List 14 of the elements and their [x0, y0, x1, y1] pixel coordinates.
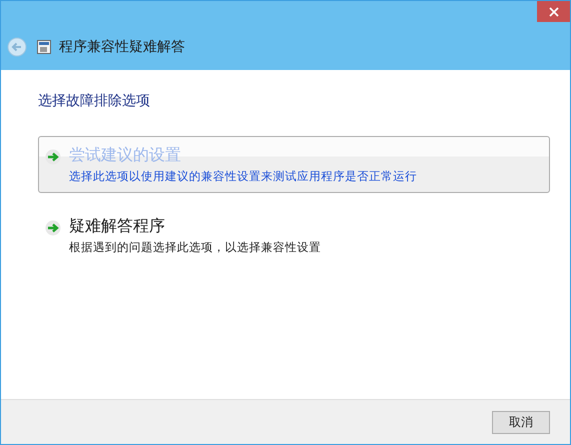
page-heading: 选择故障排除选项 [38, 92, 151, 110]
cancel-button[interactable]: 取消 [492, 410, 550, 434]
option-link[interactable]: 疑难解答程序 根据遇到的问题选择此选项，以选择兼容性设置 [38, 207, 550, 264]
window-title: 程序兼容性疑难解答 [59, 38, 185, 56]
arrow-icon [45, 149, 61, 165]
option-link[interactable]: 尝试建议的设置 选择此选项以使用建议的兼容性设置来测试应用程序是否正常运行 [38, 136, 550, 193]
arrow-icon [45, 220, 61, 236]
app-icon [37, 40, 51, 54]
option-description: 根据遇到的问题选择此选项，以选择兼容性设置 [69, 240, 321, 255]
option-title: 尝试建议的设置 [69, 145, 182, 166]
option-description: 选择此选项以使用建议的兼容性设置来测试应用程序是否正常运行 [69, 169, 417, 184]
option-title: 疑难解答程序 [69, 216, 166, 237]
close-button[interactable] [537, 1, 570, 22]
close-icon [548, 6, 558, 16]
